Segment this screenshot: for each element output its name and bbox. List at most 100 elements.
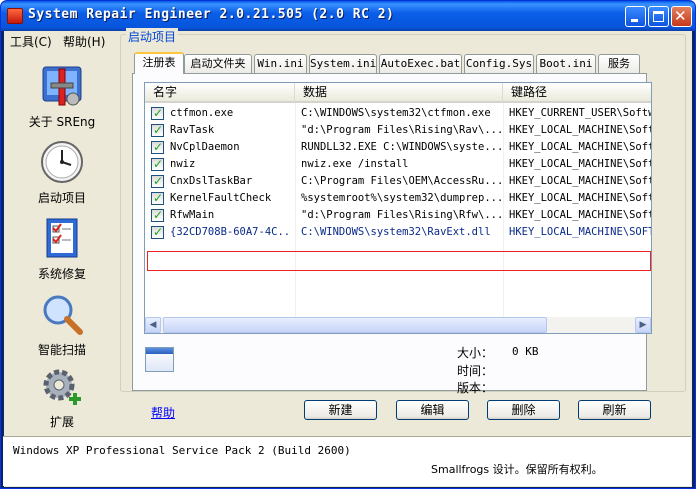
new-button[interactable]: 新建 (304, 400, 377, 420)
title-bar[interactable]: System Repair Engineer 2.0.21.505 (2.0 R… (1, 1, 695, 31)
horizontal-scrollbar[interactable]: ◀ ▶ (145, 317, 651, 333)
cell-key: HKEY_LOCAL_MACHINE\SOFTW (509, 226, 651, 238)
sidebar-item-label: 启动项目 (37, 191, 86, 205)
cell-key: HKEY_LOCAL_MACHINE\Softv (509, 141, 651, 153)
edit-button[interactable]: 编辑 (396, 400, 469, 420)
tab-startup-folder[interactable]: 启动文件夹 (184, 54, 252, 73)
tab-system-ini[interactable]: System.ini (309, 54, 377, 73)
file-icon-preview (145, 347, 174, 372)
table-row[interactable]: ✓ ctfmon.exe C:\WINDOWS\system32\ctfmon.ex… (145, 105, 651, 122)
check-icon: ✓ (153, 157, 164, 171)
delete-button[interactable]: 删除 (487, 400, 560, 420)
close-button[interactable]: ✕ (671, 6, 692, 27)
minimize-button[interactable] (625, 6, 646, 27)
sidebar-item-extension[interactable]: 扩展 (6, 365, 118, 437)
window-icon (146, 348, 173, 354)
table-row[interactable]: ✓ KernelFaultCheck %systemroot%\system32\d… (145, 190, 651, 207)
row-checkbox[interactable]: ✓ (151, 157, 164, 171)
cell-data: C:\WINDOWS\system32\RavExt.dll (301, 226, 491, 238)
highlighted-row-outline (147, 251, 651, 271)
scroll-right-arrow-icon[interactable]: ▶ (635, 317, 651, 333)
table-row[interactable]: ✓ CnxDslTaskBar C:\Program Files\OEM\Acces… (145, 173, 651, 190)
sidebar-item-scan[interactable]: 智能扫描 (6, 291, 118, 363)
check-icon: ✓ (153, 123, 164, 137)
tab-strip: 注册表 启动文件夹 Win.ini System.ini AutoExec.ba… (131, 52, 651, 74)
tab-config-sys[interactable]: Config.Sys (464, 54, 534, 73)
table-row[interactable]: ✓ {32CD708B-60A7-4C... C:\WINDOWS\system32… (145, 224, 651, 241)
time-label: 时间： (457, 364, 494, 378)
tab-boot-ini[interactable]: Boot.ini (536, 54, 596, 73)
help-link[interactable]: 帮助 (151, 404, 175, 421)
check-icon: ✓ (153, 106, 164, 120)
size-value: 0 KB (512, 345, 539, 358)
row-checkbox[interactable]: ✓ (151, 106, 164, 120)
toolbox-icon (42, 66, 82, 106)
table-row[interactable]: ✓ NvCplDaemon RUNDLL32.EXE C:\WINDOWS\syst… (145, 139, 651, 156)
minimize-icon (631, 19, 638, 22)
row-checkbox[interactable]: ✓ (151, 208, 164, 222)
cell-name: CnxDslTaskBar (170, 175, 253, 187)
sidebar: 关于 SREng 启动项目 系统修复 智能扫描 扩展 (6, 53, 118, 433)
cell-key: HKEY_LOCAL_MACHINE\Softv (509, 192, 651, 204)
table-row[interactable]: ✓ RfwMain "d:\Program Files\Rising\Rfw\...… (145, 207, 651, 224)
tab-autoexec-bat[interactable]: AutoExec.bat (379, 54, 462, 73)
window-title: System Repair Engineer 2.0.21.505 (2.0 R… (28, 7, 395, 22)
row-checkbox[interactable]: ✓ (151, 174, 164, 188)
row-checkbox[interactable]: ✓ (151, 123, 164, 137)
tab-services[interactable]: 服务 (598, 54, 640, 73)
column-header-key[interactable]: 键路径 (503, 83, 651, 103)
startup-list[interactable]: 名字 数据 键路径 ✓ ctfmon.exe C:\WINDOWS\system32… (144, 82, 652, 334)
credit-text: Smallfrogs 设计。保留所有权利。 (431, 463, 603, 476)
row-checkbox[interactable]: ✓ (151, 225, 164, 239)
scroll-left-arrow-icon[interactable]: ◀ (145, 317, 161, 333)
cell-name: RavTask (170, 124, 215, 136)
sidebar-item-startup[interactable]: 启动项目 (6, 139, 118, 211)
check-icon: ✓ (153, 208, 164, 222)
column-header-name[interactable]: 名字 (145, 83, 295, 103)
tab-registry[interactable]: 注册表 (134, 52, 184, 74)
row-checkbox[interactable]: ✓ (151, 140, 164, 154)
maximize-button[interactable] (648, 6, 669, 27)
sidebar-item-about[interactable]: 关于 SREng (6, 63, 118, 135)
sidebar-item-repair[interactable]: 系统修复 (6, 215, 118, 287)
cell-key: HKEY_CURRENT_USER\Softw (509, 107, 651, 119)
app-icon (7, 8, 23, 24)
cell-data: RUNDLL32.EXE C:\WINDOWS\syste... (301, 141, 501, 153)
magnifier-icon (43, 295, 83, 335)
cell-data: C:\Program Files\OEM\AccessRu... (301, 175, 501, 187)
cell-data: %systemroot%\system32\dumprep... (301, 192, 501, 204)
cell-data: nwiz.exe /install (301, 158, 409, 170)
status-bar: Windows XP Professional Service Pack 2 (… (3, 436, 691, 486)
table-row[interactable]: ✓ RavTask "d:\Program Files\Rising\Rav\...… (145, 122, 651, 139)
cell-data: "d:\Program Files\Rising\Rav\... (301, 124, 501, 136)
menu-help[interactable]: 帮助(H) (63, 33, 105, 50)
menu-tools[interactable]: 工具(C) (10, 33, 52, 50)
gear-add-icon (43, 369, 81, 405)
check-icon: ✓ (153, 191, 164, 205)
row-checkbox[interactable]: ✓ (151, 191, 164, 205)
table-row[interactable]: ✓ nwiz nwiz.exe /install HKEY_LOCAL_MACHINE… (145, 156, 651, 173)
refresh-button[interactable]: 刷新 (578, 400, 651, 420)
clock-icon (41, 141, 83, 183)
cell-name: nwiz (170, 158, 196, 170)
tab-win-ini[interactable]: Win.ini (254, 54, 307, 73)
sidebar-item-label: 关于 SREng (28, 115, 96, 129)
column-header-data[interactable]: 数据 (295, 83, 503, 103)
scrollbar-thumb[interactable] (163, 317, 547, 333)
cell-name: RfwMain (170, 209, 215, 221)
cell-key: HKEY_LOCAL_MACHINE\Softv (509, 175, 651, 187)
cell-name: KernelFaultCheck (170, 192, 272, 204)
sidebar-item-label: 扩展 (49, 415, 74, 429)
close-icon: ✕ (674, 7, 687, 25)
sidebar-item-label: 系统修复 (37, 267, 86, 281)
cell-name: ctfmon.exe (170, 107, 234, 119)
group-title: 启动项目 (126, 28, 179, 45)
maximize-icon (653, 11, 664, 22)
check-icon: ✓ (153, 225, 164, 239)
check-icon: ✓ (153, 140, 164, 154)
version-label: 版本： (457, 381, 494, 395)
size-label: 大小： (457, 346, 494, 360)
cell-data: "d:\Program Files\Rising\Rfw\... (301, 209, 501, 221)
sidebar-item-label: 智能扫描 (37, 343, 86, 357)
cell-key: HKEY_LOCAL_MACHINE\Softv (509, 209, 651, 221)
